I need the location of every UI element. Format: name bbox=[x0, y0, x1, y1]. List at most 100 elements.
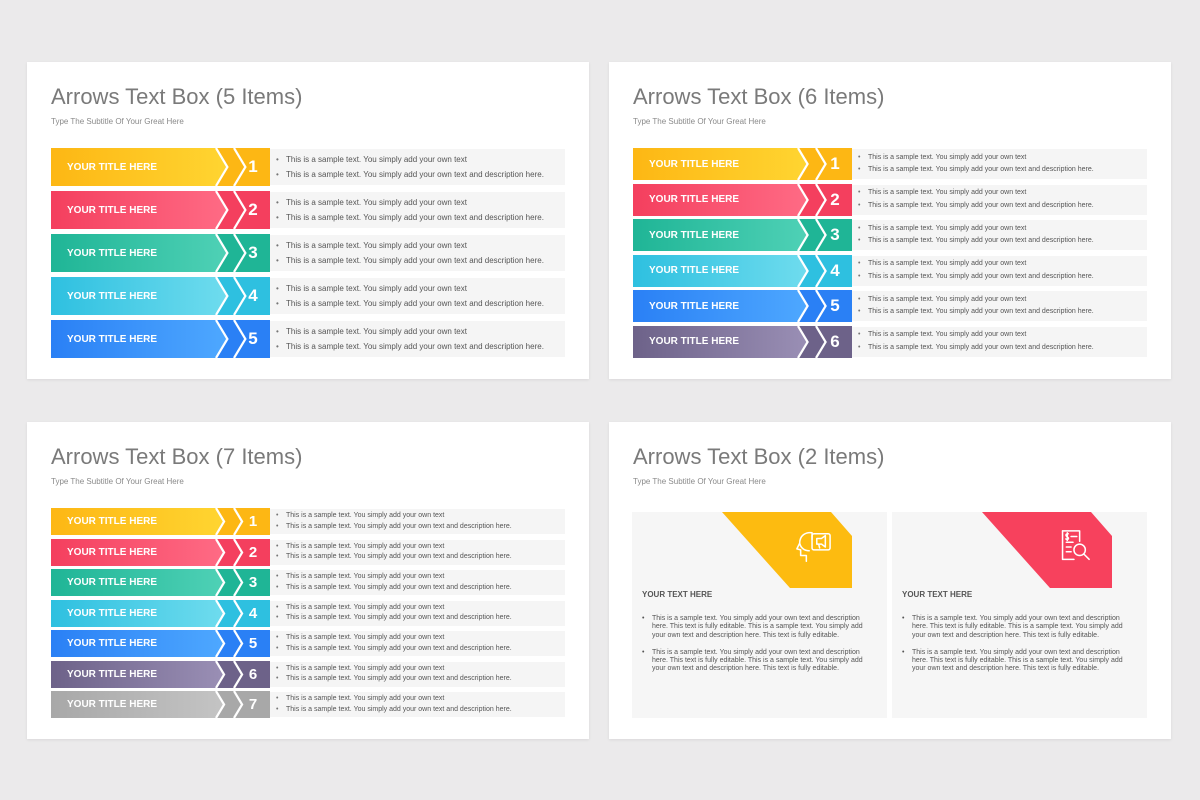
row-description: This is a sample text. You simply add yo… bbox=[270, 192, 565, 228]
row-title: YOUR TITLE HERE bbox=[67, 247, 158, 259]
row-title: YOUR TITLE HERE bbox=[67, 333, 158, 345]
text-card: YOUR TEXT HERE This is a sample text. Yo… bbox=[632, 512, 887, 718]
document-search-icon bbox=[1054, 528, 1092, 564]
megaphone-head-icon bbox=[794, 528, 832, 564]
arrow-list: YOUR TITLE HERE 1 This is a sample text. Y… bbox=[633, 148, 1147, 362]
arrow-row: YOUR TITLE HERE 6 This is a sample text. Y… bbox=[633, 325, 1147, 358]
row-number: 1 bbox=[248, 513, 258, 530]
row-title: YOUR TITLE HERE bbox=[649, 158, 740, 170]
row-description: This is a sample text. You simply add yo… bbox=[852, 220, 1147, 251]
row-description: This is a sample text. You simply add yo… bbox=[852, 326, 1147, 357]
arrow-row: YOUR TITLE HERE 1 This is a sample text. Y… bbox=[51, 508, 565, 535]
row-description: This is a sample text. You simply add yo… bbox=[270, 149, 565, 185]
arrow-row: YOUR TITLE HERE 2 This is a sample text. Y… bbox=[633, 183, 1147, 216]
description-bullet: This is a sample text. You simply add yo… bbox=[276, 523, 565, 532]
row-number: 5 bbox=[248, 329, 258, 348]
description-bullet: This is a sample text. You simply add yo… bbox=[276, 553, 565, 562]
arrow-row: YOUR TITLE HERE 1 This is a sample text. Y… bbox=[51, 148, 565, 186]
row-number: 5 bbox=[248, 635, 258, 652]
slide-title: Arrows Text Box (7 Items) bbox=[51, 444, 303, 469]
description-bullet: This is a sample text. You simply add yo… bbox=[858, 344, 1147, 353]
row-number: 1 bbox=[830, 154, 840, 173]
row-title: YOUR TITLE HERE bbox=[67, 638, 158, 649]
description-bullet: This is a sample text. You simply add yo… bbox=[858, 237, 1147, 246]
slide-5-items: Arrows Text Box (5 Items) Type The Subti… bbox=[27, 62, 589, 379]
description-bullet: This is a sample text. You simply add yo… bbox=[276, 256, 565, 266]
slide-subtitle: Type The Subtitle Of Your Great Here bbox=[51, 477, 184, 486]
card-heading: YOUR TEXT HERE bbox=[902, 590, 973, 599]
row-title: YOUR TITLE HERE bbox=[649, 300, 740, 312]
description-bullet: This is a sample text. You simply add yo… bbox=[276, 706, 565, 715]
arrow-row: YOUR TITLE HERE 2 This is a sample text. Y… bbox=[51, 191, 565, 229]
row-number: 4 bbox=[248, 286, 258, 305]
description-bullet: This is a sample text. You simply add yo… bbox=[276, 170, 565, 180]
slide-title: Arrows Text Box (5 Items) bbox=[51, 84, 303, 109]
description-bullet: This is a sample text. You simply add yo… bbox=[276, 284, 565, 294]
arrow-row: YOUR TITLE HERE 3 This is a sample text. Y… bbox=[51, 569, 565, 596]
description-bullet: This is a sample text. You simply add yo… bbox=[858, 273, 1147, 282]
arrow-row: YOUR TITLE HERE 6 This is a sample text. Y… bbox=[51, 660, 565, 688]
description-bullet: This is a sample text. You simply add yo… bbox=[276, 299, 565, 309]
arrow-row: YOUR TITLE HERE 5 This is a sample text. Y… bbox=[633, 290, 1147, 323]
card-heading: YOUR TEXT HERE bbox=[642, 590, 713, 599]
row-description: This is a sample text. You simply add yo… bbox=[270, 600, 565, 626]
description-bullet: This is a sample text. You simply add yo… bbox=[858, 166, 1147, 175]
arrow-row: YOUR TITLE HERE 4 This is a sample text. Y… bbox=[633, 254, 1147, 287]
card-bullet: This is a sample text. You simply add yo… bbox=[642, 615, 870, 640]
slide-subtitle: Type The Subtitle Of Your Great Here bbox=[633, 477, 766, 486]
description-bullet: This is a sample text. You simply add yo… bbox=[276, 155, 565, 165]
card-bullet: This is a sample text. You simply add yo… bbox=[642, 649, 870, 674]
arrow-row: YOUR TITLE HERE 3 This is a sample text. Y… bbox=[633, 219, 1147, 252]
arrow-row: YOUR TITLE HERE 5 This is a sample text. Y… bbox=[51, 320, 565, 358]
description-bullet: This is a sample text. You simply add yo… bbox=[276, 327, 565, 337]
row-number: 1 bbox=[248, 157, 258, 176]
description-bullet: This is a sample text. You simply add yo… bbox=[858, 308, 1147, 317]
slide-7-items: Arrows Text Box (7 Items) Type The Subti… bbox=[27, 422, 589, 739]
row-number: 4 bbox=[248, 604, 258, 622]
slide-subtitle: Type The Subtitle Of Your Great Here bbox=[633, 117, 766, 126]
row-description: This is a sample text. You simply add yo… bbox=[270, 539, 565, 565]
description-bullet: This is a sample text. You simply add yo… bbox=[276, 634, 565, 643]
card-ribbon bbox=[982, 512, 1112, 588]
row-title: YOUR TITLE HERE bbox=[67, 516, 158, 527]
arrow-list: YOUR TITLE HERE 1 This is a sample text. Y… bbox=[51, 148, 565, 363]
arrow-row: YOUR TITLE HERE 4 This is a sample text. Y… bbox=[51, 599, 565, 627]
description-bullet: This is a sample text. You simply add yo… bbox=[276, 573, 565, 582]
description-bullet: This is a sample text. You simply add yo… bbox=[276, 342, 565, 352]
description-bullet: This is a sample text. You simply add yo… bbox=[858, 202, 1147, 211]
description-bullet: This is a sample text. You simply add yo… bbox=[858, 260, 1147, 269]
row-description: This is a sample text. You simply add yo… bbox=[270, 631, 565, 656]
description-bullet: This is a sample text. You simply add yo… bbox=[276, 665, 565, 674]
card-bullet: This is a sample text. You simply add yo… bbox=[902, 649, 1130, 674]
description-bullet: This is a sample text. You simply add yo… bbox=[858, 189, 1147, 198]
row-description: This is a sample text. You simply add yo… bbox=[852, 291, 1147, 322]
row-number: 3 bbox=[830, 225, 840, 245]
description-bullet: This is a sample text. You simply add yo… bbox=[276, 604, 565, 613]
description-bullet: This is a sample text. You simply add yo… bbox=[858, 154, 1147, 163]
row-title: YOUR TITLE HERE bbox=[67, 290, 158, 302]
row-title: YOUR TITLE HERE bbox=[649, 336, 740, 348]
arrow-row: YOUR TITLE HERE 2 This is a sample text. Y… bbox=[51, 538, 565, 566]
arrow-row: YOUR TITLE HERE 3 This is a sample text. Y… bbox=[51, 234, 565, 272]
row-description: This is a sample text. You simply add yo… bbox=[852, 149, 1147, 179]
row-description: This is a sample text. You simply add yo… bbox=[270, 235, 565, 271]
row-title: YOUR TITLE HERE bbox=[649, 265, 740, 277]
description-bullet: This is a sample text. You simply add yo… bbox=[276, 213, 565, 223]
row-title: YOUR TITLE HERE bbox=[67, 546, 158, 558]
description-bullet: This is a sample text. You simply add yo… bbox=[276, 241, 565, 251]
card-bullet-list: This is a sample text. You simply add yo… bbox=[642, 615, 870, 683]
row-number: 7 bbox=[248, 696, 258, 713]
row-title: YOUR TITLE HERE bbox=[649, 229, 740, 241]
row-description: This is a sample text. You simply add yo… bbox=[270, 570, 565, 595]
description-bullet: This is a sample text. You simply add yo… bbox=[858, 331, 1147, 340]
row-description: This is a sample text. You simply add yo… bbox=[270, 278, 565, 314]
description-bullet: This is a sample text. You simply add yo… bbox=[276, 645, 565, 654]
row-number: 2 bbox=[248, 543, 258, 561]
row-number: 2 bbox=[248, 200, 258, 219]
slide-2-items: Arrows Text Box (2 Items) Type The Subti… bbox=[609, 422, 1171, 739]
description-bullet: This is a sample text. You simply add yo… bbox=[276, 614, 565, 623]
row-title: YOUR TITLE HERE bbox=[67, 668, 158, 680]
description-bullet: This is a sample text. You simply add yo… bbox=[858, 296, 1147, 305]
card-bullet-list: This is a sample text. You simply add yo… bbox=[902, 615, 1130, 683]
description-bullet: This is a sample text. You simply add yo… bbox=[276, 198, 565, 208]
